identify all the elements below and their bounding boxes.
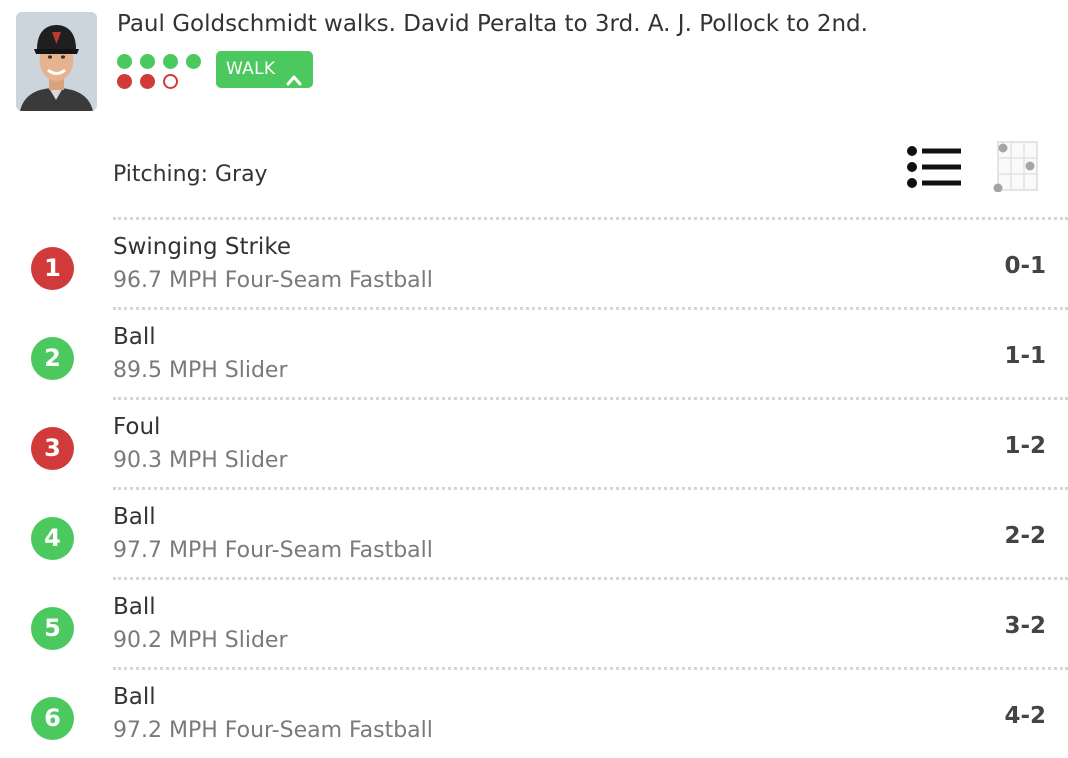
list-view-icon [905,146,963,193]
pitch-row: 3 Foul 90.3 MPH Slider 1-2 [0,397,1068,487]
pitch-detail: 96.7 MPH Four-Seam Fastball [113,268,433,293]
pitch-result: Ball [113,684,156,710]
count-indicator [117,54,207,94]
pitch-result: Ball [113,324,156,350]
pitch-count: 2-2 [1004,523,1046,549]
pitch-detail: 90.3 MPH Slider [113,448,288,473]
strike-zone-icon [993,141,1039,196]
pitch-row: 6 Ball 97.2 MPH Four-Seam Fastball 4-2 [0,667,1068,757]
ball-dot [163,54,178,69]
play-description: Paul Goldschmidt walks. David Peralta to… [117,11,868,37]
pitch-count: 3-2 [1004,613,1046,639]
pitch-row: 4 Ball 97.7 MPH Four-Seam Fastball 2-2 [0,487,1068,577]
pitch-count: 0-1 [1004,253,1046,279]
pitch-detail: 97.7 MPH Four-Seam Fastball [113,538,433,563]
strikes-row [117,74,207,94]
pitch-row: 5 Ball 90.2 MPH Slider 3-2 [0,577,1068,667]
ball-dot [186,54,201,69]
pitch-result: Ball [113,594,156,620]
result-badge-button[interactable]: WALK [216,51,313,88]
pitch-number-badge: 4 [31,517,74,560]
pitch-number-badge: 2 [31,337,74,380]
list-view-button[interactable] [905,145,963,189]
ball-dot [117,54,132,69]
pitch-detail: 97.2 MPH Four-Seam Fastball [113,718,433,743]
pitch-detail: 89.5 MPH Slider [113,358,288,383]
pitch-count: 4-2 [1004,703,1046,729]
pitch-number-badge: 6 [31,697,74,740]
pitch-result: Swinging Strike [113,234,291,260]
pitch-number-badge: 3 [31,427,74,470]
balls-row [117,54,207,74]
player-avatar [16,12,97,111]
strike-dot [163,74,178,89]
pitch-list: 1 Swinging Strike 96.7 MPH Four-Seam Fas… [0,217,1068,757]
ball-dot [140,54,155,69]
pitch-count: 1-1 [1004,343,1046,369]
pitch-number-badge: 5 [31,607,74,650]
pitch-result: Ball [113,504,156,530]
pitcher-label: Pitching: Gray [113,162,268,187]
pitch-row: 2 Ball 89.5 MPH Slider 1-1 [0,307,1068,397]
strike-zone-view-button[interactable] [993,140,1039,193]
strike-dot [140,74,155,89]
pitch-row: 1 Swinging Strike 96.7 MPH Four-Seam Fas… [0,217,1068,307]
strike-dot [117,74,132,89]
result-label: WALK [226,59,276,79]
pitch-count: 1-2 [1004,433,1046,459]
pitch-number-badge: 1 [31,247,74,290]
chevron-up-icon [286,63,302,100]
pitch-detail: 90.2 MPH Slider [113,628,288,653]
pitch-result: Foul [113,414,161,440]
